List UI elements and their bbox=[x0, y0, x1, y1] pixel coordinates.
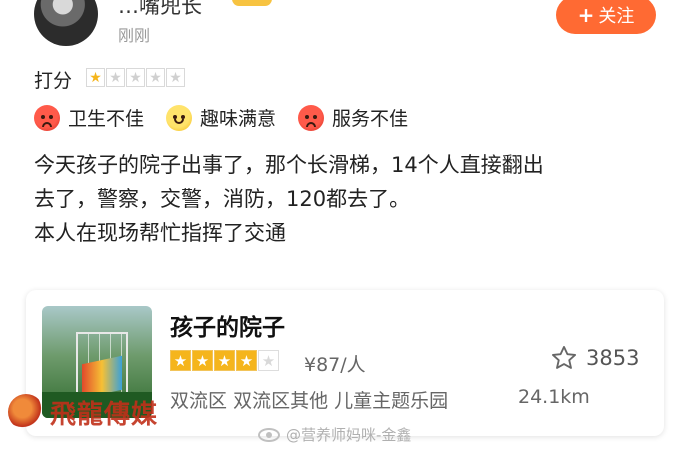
star-filled-icon: ★ bbox=[192, 350, 213, 371]
tag-fun: 趣味满意 bbox=[166, 104, 276, 131]
poi-price: ¥87/人 bbox=[304, 354, 366, 376]
review-tags: 卫生不佳 趣味满意 服务不佳 bbox=[34, 104, 408, 131]
poi-name[interactable]: 孩子的院子 bbox=[170, 308, 285, 342]
favorite-count: 3853 bbox=[586, 346, 640, 370]
poi-star-rating: ★ ★ ★ ★ ★ bbox=[170, 350, 279, 371]
follow-button-label: 关注 bbox=[598, 6, 635, 27]
user-avatar[interactable] bbox=[34, 0, 98, 46]
tag-service: 服务不佳 bbox=[298, 104, 408, 131]
star-filled-icon: ★ bbox=[214, 350, 235, 371]
favorite-button[interactable]: 3853 bbox=[550, 344, 639, 372]
poi-area: 双流区其他 bbox=[233, 390, 329, 412]
poi-location-category: 双流区 双流区其他 儿童主题乐园 bbox=[170, 386, 448, 413]
tag-hygiene: 卫生不佳 bbox=[34, 104, 144, 131]
star-empty-icon: ★ bbox=[106, 68, 125, 87]
brand-watermark-text: 飛龍傳媒 bbox=[50, 400, 159, 430]
weibo-handle: @营养师妈咪-金鑫 bbox=[286, 426, 412, 444]
poi-category: 儿童主题乐园 bbox=[334, 390, 449, 412]
review-line: 本人在现场帮忙指挥了交通 bbox=[34, 221, 286, 245]
tag-label: 趣味满意 bbox=[200, 108, 277, 130]
rating-stars: ★ ★ ★ ★ ★ bbox=[86, 68, 185, 87]
tag-label: 服务不佳 bbox=[332, 108, 409, 130]
weibo-watermark: @营养师妈咪-金鑫 bbox=[258, 424, 411, 445]
review-line: 去了，警察，交警，消防，120都去了。 bbox=[34, 187, 411, 211]
review-line: 今天孩子的院子出事了，那个长滑梯，14个人直接翻出 bbox=[34, 153, 544, 177]
plus-icon: + bbox=[577, 3, 595, 27]
rating-label: 打分 bbox=[34, 70, 73, 92]
star-empty-icon: ★ bbox=[146, 68, 165, 87]
angry-face-icon bbox=[298, 104, 325, 131]
smiley-face-icon bbox=[166, 104, 193, 131]
follow-button[interactable]: + 关注 bbox=[556, 0, 656, 34]
star-filled-icon: ★ bbox=[236, 350, 257, 371]
star-empty-icon: ★ bbox=[166, 68, 185, 87]
star-empty-icon: ★ bbox=[126, 68, 145, 87]
poi-district: 双流区 bbox=[170, 390, 228, 412]
angry-face-icon bbox=[34, 104, 60, 131]
tag-label: 卫生不佳 bbox=[68, 108, 145, 130]
poi-distance: 24.1km bbox=[518, 386, 590, 408]
user-level-badge bbox=[232, 0, 272, 6]
star-filled-icon: ★ bbox=[86, 68, 105, 87]
star-outline-icon bbox=[551, 345, 577, 369]
review-text: 今天孩子的院子出事了，那个长滑梯，14个人直接翻出 去了，警察，交警，消防，12… bbox=[34, 148, 654, 250]
star-empty-icon: ★ bbox=[258, 350, 279, 371]
review-timestamp: 刚刚 bbox=[118, 26, 151, 45]
weibo-icon bbox=[258, 427, 280, 442]
brand-logo-watermark bbox=[8, 394, 44, 430]
username[interactable]: …嘴兜长 bbox=[118, 0, 202, 20]
star-filled-icon: ★ bbox=[170, 350, 191, 371]
